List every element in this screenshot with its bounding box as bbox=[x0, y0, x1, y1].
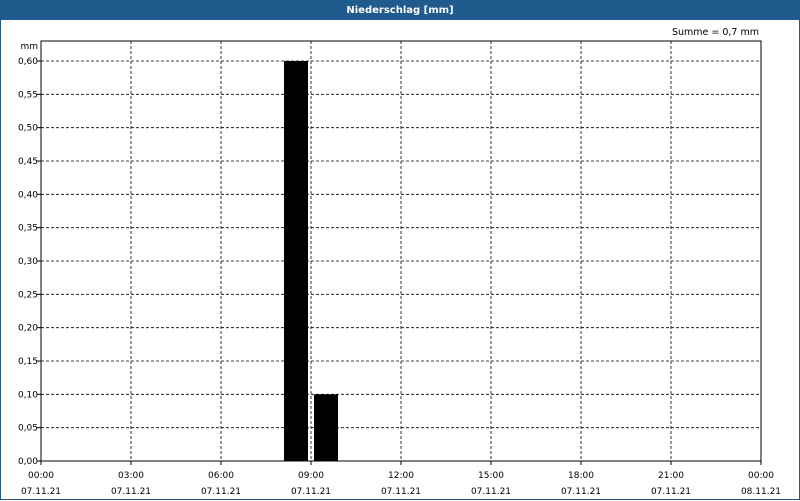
x-tick-label-date: 08.11.21 bbox=[741, 487, 781, 497]
y-tick-label: 0,40 bbox=[18, 190, 38, 200]
x-tick-label-time: 06:00 bbox=[208, 471, 234, 481]
y-tick-label: 0,45 bbox=[18, 157, 38, 167]
x-tick-label-date: 07.11.21 bbox=[381, 487, 421, 497]
bar bbox=[284, 61, 308, 461]
x-tick-label-time: 00:00 bbox=[748, 471, 774, 481]
x-tick-label-date: 07.11.21 bbox=[651, 487, 691, 497]
y-tick-label: 0,20 bbox=[18, 324, 38, 334]
x-tick-label-time: 09:00 bbox=[298, 471, 324, 481]
x-tick-label-time: 21:00 bbox=[658, 471, 684, 481]
x-tick-label-date: 07.11.21 bbox=[471, 487, 511, 497]
y-tick-label: 0,00 bbox=[18, 457, 38, 467]
bar bbox=[314, 394, 338, 461]
y-tick-label: 0,50 bbox=[18, 124, 38, 134]
x-tick-label-date: 07.11.21 bbox=[201, 487, 241, 497]
y-tick-label: 0,25 bbox=[18, 290, 38, 300]
y-tick-label: 0,60 bbox=[18, 57, 38, 67]
x-tick-label-date: 07.11.21 bbox=[291, 487, 331, 497]
y-tick-label: 0,15 bbox=[18, 357, 38, 367]
y-tick-label: 0,35 bbox=[18, 224, 38, 234]
y-axis-label: mm bbox=[20, 42, 38, 52]
x-tick-label-date: 07.11.21 bbox=[21, 487, 61, 497]
y-tick-label: 0,10 bbox=[18, 390, 38, 400]
x-tick-label-time: 15:00 bbox=[478, 471, 504, 481]
x-tick-label-time: 18:00 bbox=[568, 471, 594, 481]
y-tick-label: 0,30 bbox=[18, 257, 38, 267]
x-tick-label-time: 00:00 bbox=[28, 471, 54, 481]
chart-window: Niederschlag [mm] Summe = 0,7 mm 0,00 0,0… bbox=[0, 0, 800, 500]
y-tick-label: 0,55 bbox=[18, 90, 38, 100]
x-tick-label-date: 07.11.21 bbox=[111, 487, 151, 497]
x-tick-label-time: 03:00 bbox=[118, 471, 144, 481]
precipitation-chart: 0,00 0,05 0,10 0,15 0,20 0,25 0,30 0,35 0,40 0,45… bbox=[18, 40, 781, 497]
y-tick-label: 0,05 bbox=[18, 424, 38, 434]
x-tick-label-date: 07.11.21 bbox=[561, 487, 601, 497]
x-tick-label-time: 12:00 bbox=[388, 471, 414, 481]
